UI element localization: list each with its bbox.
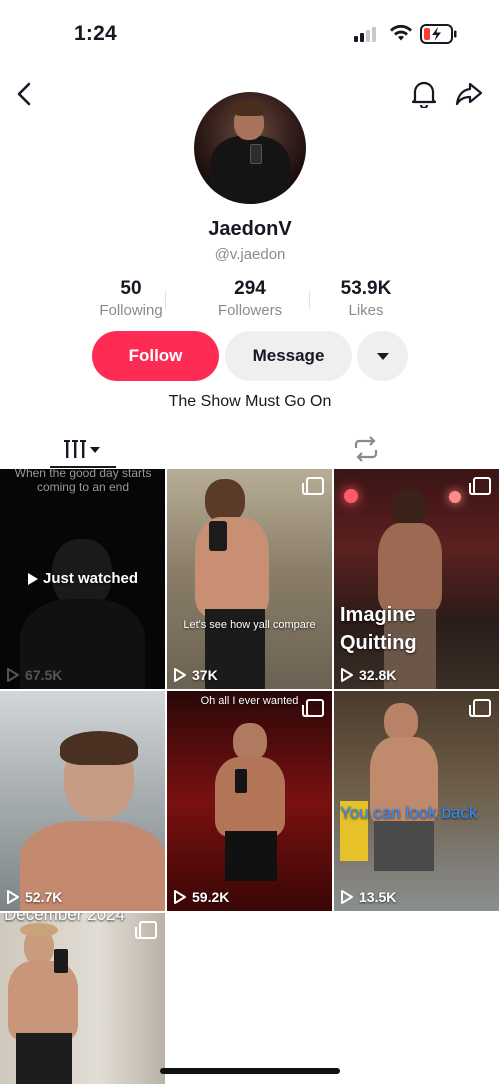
video-thumbnail[interactable]: December 2024 (0, 913, 165, 1084)
likes-count: 53.9K (340, 278, 392, 299)
stat-likes[interactable]: 53.9K Likes (301, 278, 431, 319)
video-thumbnail[interactable]: Let's see how yall compare 37K (167, 469, 332, 689)
following-count: 50 (120, 278, 142, 299)
view-count-text: 32.8K (359, 667, 397, 683)
display-name: JaedonV (208, 218, 292, 240)
multi-photo-icon (469, 699, 491, 717)
view-count-text: 67.5K (25, 667, 63, 683)
view-count: 13.5K (340, 889, 396, 905)
chevron-left-icon (17, 82, 31, 106)
stat-divider (165, 291, 166, 309)
bell-icon (411, 81, 437, 108)
view-count: 37K (173, 667, 218, 683)
play-icon (27, 572, 38, 585)
video-thumbnail[interactable]: When the good day starts coming to an en… (0, 469, 165, 689)
status-time: 1:24 (74, 22, 117, 45)
caret-down-icon (376, 352, 389, 360)
play-outline-icon (341, 668, 353, 682)
play-outline-icon (174, 668, 186, 682)
tab-videos[interactable] (0, 430, 166, 468)
likes-label: Likes (348, 302, 384, 319)
stat-followers[interactable]: 294 Followers (185, 278, 315, 319)
tab-reposts[interactable] (300, 430, 432, 468)
view-count-text: 13.5K (359, 889, 397, 905)
notifications-button[interactable] (408, 78, 440, 110)
username-handle: @v.jaedon (214, 246, 286, 263)
play-outline-icon (174, 890, 186, 904)
multi-photo-icon (302, 477, 324, 495)
just-watched-text: Just watched (42, 570, 139, 587)
view-count: 67.5K (6, 667, 62, 683)
grid-icon (64, 440, 100, 458)
cellular-signal-icon (354, 26, 380, 42)
repost-icon (354, 436, 378, 462)
following-label: Following (99, 302, 163, 319)
view-count: 59.2K (173, 889, 229, 905)
battery-charging-icon (420, 24, 457, 44)
wifi-icon (390, 24, 412, 41)
view-count: 52.7K (6, 889, 62, 905)
active-tab-indicator (50, 466, 116, 468)
follow-button[interactable]: Follow (92, 331, 219, 381)
message-button[interactable]: Message (225, 331, 352, 381)
followers-count: 294 (234, 278, 266, 299)
back-button[interactable] (10, 78, 38, 110)
profile-avatar[interactable] (194, 92, 306, 204)
video-caption: You can look back (340, 803, 478, 822)
view-count: 32.8K (340, 667, 396, 683)
more-options-button[interactable] (357, 331, 408, 381)
video-thumbnail[interactable]: 52.7K (0, 691, 165, 911)
play-outline-icon (7, 668, 19, 682)
multi-photo-icon (469, 477, 491, 495)
video-thumbnail[interactable]: Imagine Quitting 32.8K (334, 469, 499, 689)
video-thumbnail[interactable]: You can look back 13.5K (334, 691, 499, 911)
video-caption: Imagine Quitting (340, 604, 417, 654)
play-outline-icon (341, 890, 353, 904)
status-bar: 1:24 (0, 0, 500, 68)
view-count-text: 59.2K (192, 889, 230, 905)
followers-label: Followers (217, 302, 283, 319)
video-caption: When the good day starts coming to an en… (14, 469, 152, 494)
multi-photo-icon (135, 921, 157, 939)
video-caption: Let's see how yall compare (183, 619, 316, 631)
view-count-text: 37K (192, 667, 218, 683)
stat-following[interactable]: 50 Following (66, 278, 196, 319)
view-count-text: 52.7K (25, 889, 63, 905)
just-watched-label: Just watched (0, 570, 165, 587)
play-outline-icon (7, 890, 19, 904)
profile-bio: The Show Must Go On (168, 393, 332, 410)
multi-photo-icon (302, 699, 324, 717)
share-arrow-icon (455, 82, 483, 106)
home-indicator (160, 1068, 340, 1074)
video-thumbnail[interactable]: Oh all I ever wanted 59.2K (167, 691, 332, 911)
share-button[interactable] (452, 78, 486, 110)
